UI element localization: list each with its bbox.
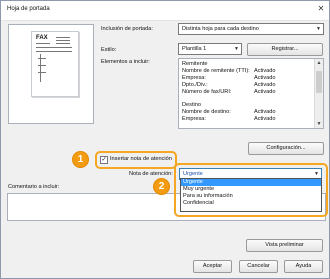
list-item: Nombre de destino: Activado — [182, 109, 275, 116]
comment-label: Comentario a incluir: — [8, 184, 60, 190]
element-name: Destino — [182, 102, 201, 108]
cover-page-thumbnail: FAX — [31, 31, 79, 97]
list-scrollbar[interactable]: ▲ ▼ — [314, 59, 323, 128]
fax-heading: FAX — [36, 35, 48, 41]
list-item: Empresa: Activado — [182, 116, 275, 123]
preview-button[interactable]: Vista preliminar — [246, 239, 323, 252]
callout-badge-2: 2 — [153, 178, 170, 195]
style-select[interactable]: Plantilla 1 ▼ — [178, 43, 242, 55]
scroll-up-icon[interactable]: ▲ — [315, 59, 323, 67]
list-item: Dpto./Div.: Activado — [182, 82, 275, 89]
attention-note-label: Nota de atención: — [129, 171, 173, 177]
cover-preview: FAX — [8, 24, 94, 124]
element-value: Activado — [254, 82, 276, 88]
preview-line — [38, 58, 46, 59]
inclusion-value: Distinta hoja para cada destino — [182, 26, 259, 32]
list-item: Destino — [182, 102, 201, 109]
close-icon[interactable]: ✕ — [317, 5, 325, 13]
configuration-button[interactable]: Configuración... — [248, 142, 324, 155]
cover-sheet-dialog: Hoja de portada ✕ FAX Inclusión de porta… — [0, 0, 330, 279]
callout-badge-1: 1 — [72, 151, 89, 168]
list-item: Empresa: Activado — [182, 75, 275, 82]
elements-list[interactable]: Remitente Nombre de remitente (TTI): Acti… — [178, 58, 324, 129]
element-value: Activado — [254, 116, 276, 122]
preview-line — [36, 47, 72, 48]
element-name: Número de fax/URI: — [182, 89, 232, 95]
element-name: Nombre de remitente (TTI): — [182, 68, 250, 74]
element-name: Empresa: — [182, 75, 206, 81]
callout-highlight-2 — [174, 163, 328, 217]
elements-label: Elementos a incluir: — [101, 59, 150, 65]
style-value: Plantilla 1 — [182, 46, 207, 52]
window-title: Hoja de portada — [7, 6, 50, 12]
preview-line — [36, 43, 50, 44]
cancel-button[interactable]: Cancelar — [239, 260, 278, 273]
preview-line — [38, 72, 46, 73]
chevron-down-icon: ▼ — [316, 26, 321, 32]
preview-line — [36, 51, 72, 52]
list-item: Nombre de remitente (TTI): Activado — [182, 68, 275, 75]
preview-line — [56, 40, 70, 41]
list-item: Remitente — [182, 61, 208, 68]
list-item: Número de fax/URI: Activado — [182, 89, 275, 96]
accept-button[interactable]: Aceptar — [193, 260, 232, 273]
scroll-down-icon[interactable]: ▼ — [315, 120, 323, 128]
help-button[interactable]: Ayuda — [284, 260, 323, 273]
element-value: Activado — [254, 75, 276, 81]
chevron-down-icon: ▼ — [234, 46, 239, 52]
element-name: Remitente — [182, 61, 208, 67]
element-value: Activado — [254, 109, 276, 115]
inclusion-select[interactable]: Distinta hoja para cada destino ▼ — [178, 23, 324, 35]
element-value: Activado — [254, 89, 276, 95]
element-name: Nombre de destino: — [182, 109, 231, 115]
preview-line — [38, 65, 46, 66]
style-label: Estilo: — [101, 47, 117, 53]
callout-highlight-1 — [95, 151, 177, 169]
scroll-thumb[interactable] — [316, 71, 322, 93]
element-name: Empresa: — [182, 116, 206, 122]
element-name: Dpto./Div.: — [182, 82, 208, 88]
preview-line — [56, 43, 70, 44]
register-button[interactable]: Registrar... — [247, 43, 323, 56]
inclusion-label: Inclusión de portada: — [101, 26, 153, 32]
element-value: Activado — [254, 68, 276, 74]
preview-line — [56, 37, 70, 38]
title-bar: Hoja de portada ✕ — [1, 1, 329, 21]
